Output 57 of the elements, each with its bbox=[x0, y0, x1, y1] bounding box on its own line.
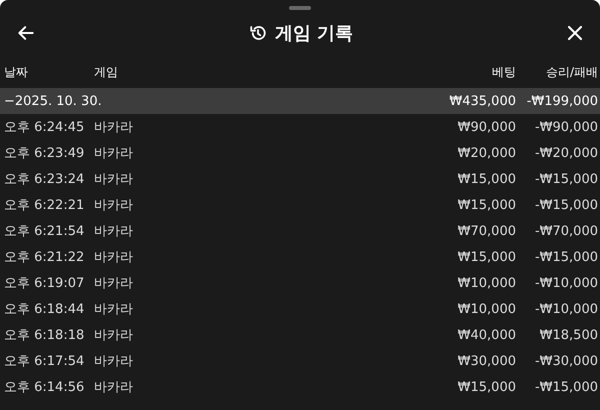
time-cell-text: 오후 6:21:54 bbox=[4, 223, 86, 240]
game-cell-text: 바카라 bbox=[93, 145, 134, 162]
column-header: 베팅 bbox=[491, 64, 516, 80]
time-cell-text: 오후 6:22:21 bbox=[4, 197, 86, 214]
column-header: 승리/패배 bbox=[544, 64, 598, 80]
result-cell-text: -₩70,000 bbox=[534, 224, 598, 238]
game-cell-text: 바카라 bbox=[93, 119, 134, 136]
result-cell-text: -₩15,000 bbox=[534, 198, 598, 212]
page-title: 게임 기록 bbox=[274, 22, 354, 45]
close-icon[interactable] bbox=[566, 24, 584, 42]
result-cell-text: -₩10,000 bbox=[534, 276, 598, 290]
group-result-total: -₩199,000 bbox=[526, 94, 598, 108]
result-cell-text: -₩15,000 bbox=[534, 250, 598, 264]
drag-handle[interactable] bbox=[289, 6, 311, 10]
bet-cell-text: ₩15,000 bbox=[456, 380, 516, 394]
result-cell-text: -₩30,000 bbox=[534, 354, 598, 368]
result-cell-text: -₩90,000 bbox=[534, 120, 598, 134]
history-icon bbox=[248, 24, 267, 42]
bet-cell-text: ₩15,000 bbox=[456, 250, 516, 264]
bet-cell-text: ₩15,000 bbox=[456, 172, 516, 186]
game-cell-text: 바카라 bbox=[93, 197, 134, 214]
column-header: 게임 bbox=[93, 64, 119, 80]
group-bet-total: ₩435,000 bbox=[448, 94, 516, 108]
time-cell-text: 오후 6:19:07 bbox=[4, 275, 86, 292]
time-cell-text: 오후 6:23:49 bbox=[4, 145, 86, 162]
game-cell-text: 바카라 bbox=[93, 223, 134, 240]
game-cell-text: 바카라 bbox=[93, 327, 134, 344]
bet-cell-text: ₩10,000 bbox=[456, 302, 516, 316]
result-cell-text: -₩20,000 bbox=[534, 146, 598, 160]
bet-cell-text: ₩20,000 bbox=[456, 146, 516, 160]
time-cell-text: 오후 6:24:45 bbox=[4, 119, 86, 136]
time-cell-text: 오후 6:21:22 bbox=[4, 249, 86, 266]
back-arrow-icon[interactable] bbox=[16, 23, 36, 43]
time-cell-text: 오후 6:23:24 bbox=[4, 171, 86, 188]
time-cell-text: 오후 6:18:44 bbox=[4, 301, 86, 318]
time-cell-text: 오후 6:14:56 bbox=[4, 379, 86, 396]
game-cell-text: 바카라 bbox=[93, 379, 134, 396]
game-cell-text: 바카라 bbox=[93, 249, 134, 266]
result-cell-text: ₩18,500 bbox=[538, 328, 598, 342]
bet-cell-text: ₩15,000 bbox=[456, 198, 516, 212]
time-cell-text: 오후 6:18:18 bbox=[4, 327, 86, 344]
game-cell-text: 바카라 bbox=[93, 171, 134, 188]
game-cell-text: 바카라 bbox=[93, 275, 134, 292]
result-cell-text: -₩15,000 bbox=[534, 380, 598, 394]
result-cell-text: -₩10,000 bbox=[534, 302, 598, 316]
date-group-row[interactable]: −2025. 10. 30. ₩435,000 -₩199,000 bbox=[0, 88, 600, 114]
bet-cell-text: ₩90,000 bbox=[456, 120, 516, 134]
column-header: 날짜 bbox=[4, 64, 29, 80]
time-cell-text: 오후 6:17:54 bbox=[4, 353, 86, 370]
bet-cell-text: ₩30,000 bbox=[456, 354, 516, 368]
bet-cell-text: ₩70,000 bbox=[456, 224, 516, 238]
bet-cell-text: ₩10,000 bbox=[456, 276, 516, 290]
result-cell-text: -₩15,000 bbox=[534, 172, 598, 186]
game-cell-text: 바카라 bbox=[93, 353, 134, 370]
game-cell-text: 바카라 bbox=[93, 301, 134, 318]
group-date: −2025. 10. 30. bbox=[4, 94, 103, 108]
bet-cell-text: ₩40,000 bbox=[456, 328, 516, 342]
